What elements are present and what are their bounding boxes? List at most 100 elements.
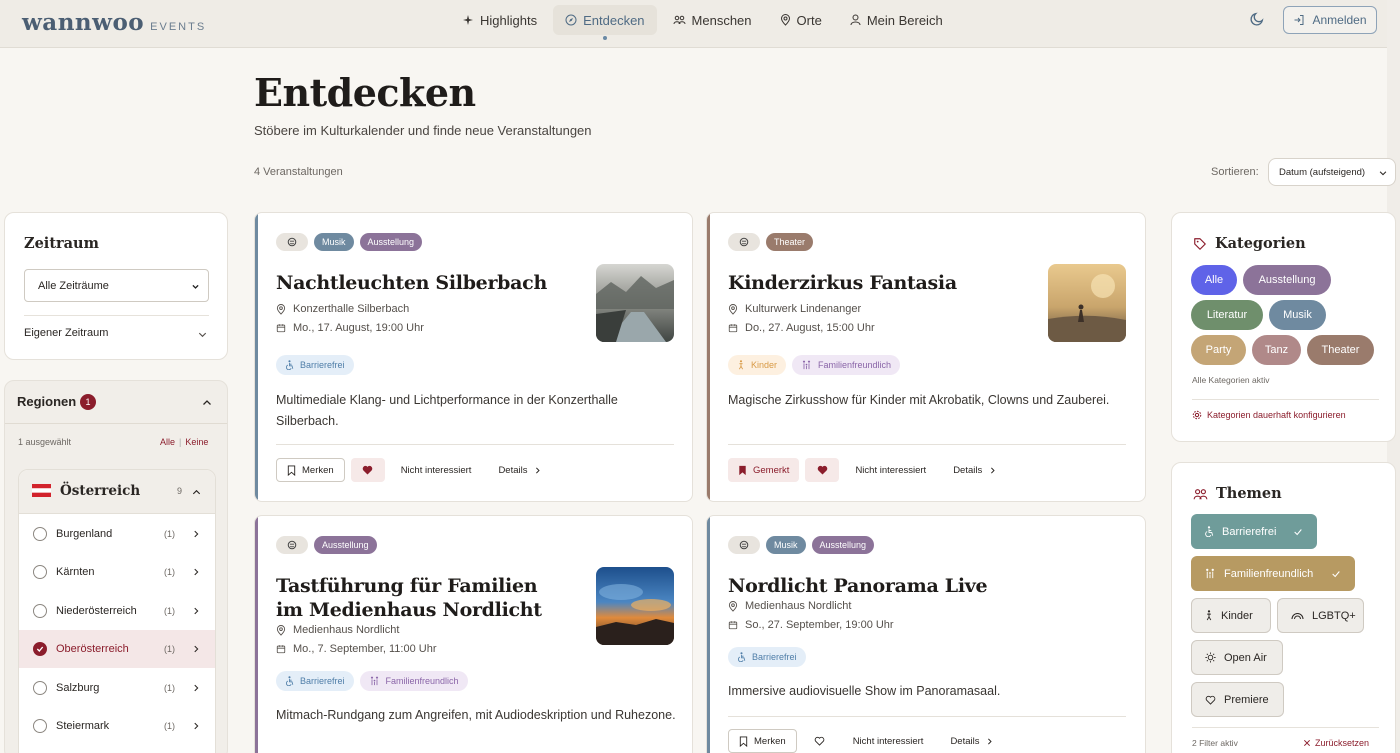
- save-button[interactable]: Merken: [728, 729, 797, 753]
- theme-chip-kinder[interactable]: Kinder: [1191, 598, 1271, 633]
- country-header[interactable]: Österreich 9: [19, 470, 215, 514]
- category-chip-party[interactable]: Party: [1191, 335, 1246, 365]
- region-name: Burgenland: [56, 528, 113, 540]
- feature-label: Familienfreundlich: [385, 676, 459, 686]
- not-interested-button[interactable]: Nicht interessiert: [401, 465, 472, 476]
- category-chip-tanz[interactable]: Tanz: [1252, 335, 1301, 365]
- event-title[interactable]: Kinderzirkus Fantasia: [728, 271, 1028, 295]
- category-chip-literatur[interactable]: Literatur: [1191, 300, 1263, 330]
- like-button[interactable]: [803, 729, 837, 753]
- tag-ausstellung[interactable]: Ausstellung: [314, 536, 377, 554]
- chevron-right-icon[interactable]: [191, 567, 201, 577]
- region-radio[interactable]: [33, 681, 47, 695]
- region-radio[interactable]: [33, 719, 47, 733]
- logo[interactable]: wannwoo EVENTS: [22, 9, 206, 36]
- event-title[interactable]: Nachtleuchten Silberbach: [276, 271, 576, 295]
- chevron-right-icon[interactable]: [191, 529, 201, 539]
- custom-period-label[interactable]: Eigener Zeitraum: [24, 327, 108, 339]
- theme-chip-open-air[interactable]: Open Air: [1191, 640, 1283, 675]
- calendar-icon: [276, 324, 286, 333]
- event-title[interactable]: Tastführung für Familien im Medienhaus N…: [276, 574, 566, 622]
- details-button[interactable]: Details: [953, 465, 997, 476]
- nav-orte[interactable]: Orte: [768, 5, 834, 35]
- event-card[interactable]: Musik Ausstellung Nachtleuchten Silberba…: [254, 212, 693, 502]
- save-label: Gemerkt: [753, 464, 790, 476]
- region-radio[interactable]: [33, 527, 47, 541]
- event-description: Mitmach-Rundgang zum Angreifen, mit Audi…: [276, 708, 676, 722]
- feature-label: Familienfreundlich: [818, 360, 892, 370]
- divider: [24, 315, 209, 316]
- nav-menschen[interactable]: Menschen: [661, 5, 764, 35]
- theme-label: Open Air: [1224, 651, 1267, 664]
- tag-musik[interactable]: Musik: [314, 233, 354, 251]
- venue-text: Konzerthalle Silberbach: [293, 303, 410, 315]
- chevron-up-icon[interactable]: [201, 397, 213, 409]
- chevron-right-icon: [991, 467, 995, 473]
- not-interested-button[interactable]: Nicht interessiert: [855, 465, 926, 476]
- region-item-oberoesterreich[interactable]: Oberösterreich (1): [19, 630, 215, 668]
- region-radio[interactable]: [33, 565, 47, 579]
- event-date: Do., 27. August, 15:00 Uhr: [728, 322, 875, 334]
- region-radio[interactable]: [33, 604, 47, 618]
- details-button[interactable]: Details: [950, 736, 994, 747]
- category-chip-alle[interactable]: Alle: [1191, 265, 1237, 295]
- nav-entdecken[interactable]: Entdecken: [553, 5, 657, 35]
- category-chip-theater[interactable]: Theater: [1307, 335, 1374, 365]
- tag-musik[interactable]: Musik: [766, 536, 806, 554]
- category-chip-ausstellung[interactable]: Ausstellung: [1243, 265, 1331, 295]
- category-icon-tag: [728, 536, 760, 554]
- tag-theater[interactable]: Theater: [766, 233, 814, 251]
- event-date: Mo., 17. August, 19:00 Uhr: [276, 322, 424, 334]
- dark-mode-toggle-icon[interactable]: [1249, 11, 1265, 27]
- reset-button[interactable]: Zurücksetzen: [1303, 738, 1369, 748]
- chevron-up-icon[interactable]: [191, 487, 202, 498]
- event-image[interactable]: [596, 264, 674, 342]
- chevron-right-icon[interactable]: [191, 683, 201, 693]
- feature-barrierefrei: Barrierefrei: [276, 355, 354, 375]
- theme-chip-familienfreundlich[interactable]: Familienfreundlich: [1191, 556, 1355, 591]
- like-button[interactable]: [350, 458, 385, 482]
- tag-ausstellung[interactable]: Ausstellung: [811, 536, 875, 554]
- people-icon: [673, 15, 686, 25]
- region-radio-checked[interactable]: [33, 642, 47, 656]
- select-none-link[interactable]: Keine: [185, 437, 208, 447]
- theme-chip-lgbtq[interactable]: LGBTQ+: [1277, 598, 1364, 633]
- region-item-steiermark[interactable]: Steiermark (1): [19, 707, 215, 745]
- chevron-right-icon[interactable]: [191, 644, 201, 654]
- select-all-link[interactable]: Alle: [160, 437, 175, 447]
- event-title[interactable]: Nordlicht Panorama Live: [728, 574, 1028, 598]
- nav-highlights[interactable]: Highlights: [450, 5, 549, 35]
- nav-mein-bereich[interactable]: Mein Bereich: [838, 5, 955, 35]
- region-item-burgenland[interactable]: Burgenland (1): [19, 515, 215, 553]
- save-button[interactable]: Merken: [276, 458, 345, 482]
- not-interested-button[interactable]: Nicht interessiert: [853, 736, 924, 747]
- theme-chip-premiere[interactable]: Premiere: [1191, 682, 1284, 717]
- event-image[interactable]: [1048, 264, 1126, 342]
- region-item-kaernten[interactable]: Kärnten (1): [19, 553, 215, 591]
- category-chip-musik[interactable]: Musik: [1269, 300, 1326, 330]
- saved-button[interactable]: Gemerkt: [728, 458, 800, 482]
- configure-categories-link[interactable]: Kategorien dauerhaft konfigurieren: [1192, 410, 1346, 420]
- chevron-down-icon[interactable]: [197, 329, 208, 340]
- sort-select[interactable]: Datum (aufsteigend): [1268, 158, 1396, 186]
- venue-text: Kulturwerk Lindenanger: [745, 303, 862, 315]
- theme-chip-barrierefrei[interactable]: Barrierefrei: [1191, 514, 1317, 549]
- rainbow-icon: [1291, 613, 1304, 620]
- chevron-right-icon[interactable]: [191, 721, 201, 731]
- region-item-niederoesterreich[interactable]: Niederösterreich (1): [19, 592, 215, 630]
- region-item-salzburg[interactable]: Salzburg (1): [19, 669, 215, 707]
- details-button[interactable]: Details: [498, 465, 542, 476]
- event-image[interactable]: [596, 567, 674, 645]
- login-button[interactable]: Anmelden: [1283, 6, 1377, 34]
- event-card[interactable]: Musik Ausstellung Nordlicht Panorama Liv…: [706, 515, 1146, 753]
- event-card[interactable]: Ausstellung Tastführung für Familien im …: [254, 515, 693, 753]
- like-button[interactable]: [805, 458, 840, 482]
- tag-ausstellung[interactable]: Ausstellung: [359, 233, 423, 251]
- feature-barrierefrei: Barrierefrei: [276, 671, 354, 691]
- event-card[interactable]: Theater Kinderzirkus Fantasia Kulturwerk…: [706, 212, 1146, 502]
- logo-subtitle: EVENTS: [150, 21, 207, 33]
- zeitraum-select[interactable]: Alle Zeiträume: [24, 269, 209, 302]
- main-nav: Highlights Entdecken Menschen Orte Mein …: [450, 5, 955, 35]
- feature-row: Barrierefrei: [728, 647, 806, 667]
- chevron-right-icon[interactable]: [191, 606, 201, 616]
